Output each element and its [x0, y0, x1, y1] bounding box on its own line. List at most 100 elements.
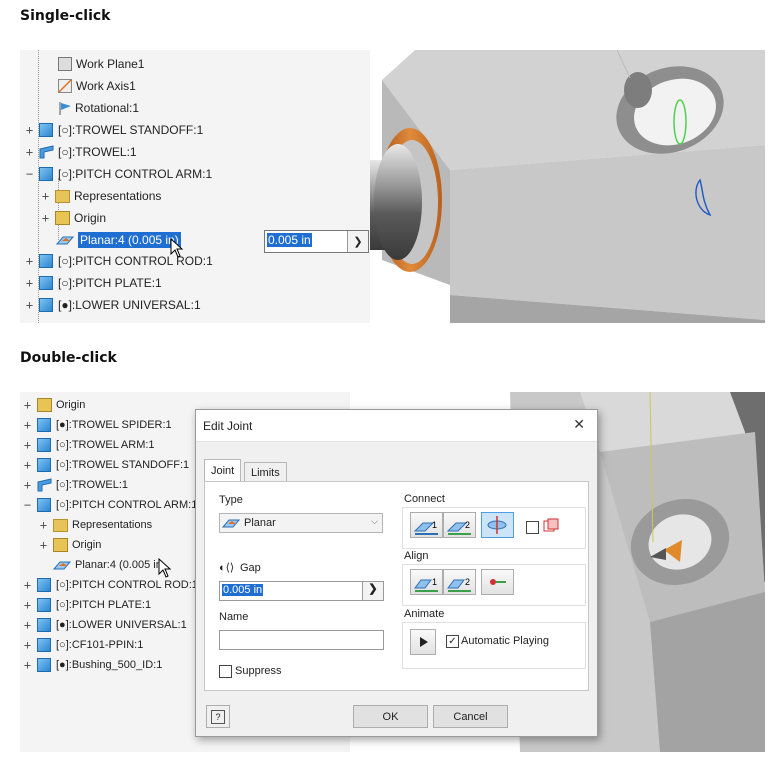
expand-icon[interactable]: + [24, 124, 35, 136]
align-flip-button[interactable] [481, 569, 514, 595]
tab-limits[interactable]: Limits [244, 462, 287, 482]
dialog-title-bar[interactable]: Edit Joint ✕ [196, 410, 597, 442]
joint-type-select[interactable]: Planar ⌵ [219, 513, 383, 533]
tree-item-representations[interactable]: + Representations [38, 515, 152, 535]
svg-text:1: 1 [432, 520, 437, 530]
joint-type-value: Planar [244, 517, 276, 529]
lock-checkbox[interactable] [526, 521, 539, 534]
edit-joint-dialog[interactable]: Edit Joint ✕ Joint Limits Type Planar ⌵ … [195, 409, 598, 737]
tab-joint[interactable]: Joint [204, 459, 242, 482]
tree-item-pitch-plate[interactable]: + [○]:PITCH PLATE:1 [22, 595, 151, 615]
collapse-icon[interactable]: − [24, 168, 35, 180]
tree-item-label: [○]:CF101-PPIN:1 [56, 639, 144, 651]
tree-item-label: [○]:TROWEL STANDOFF:1 [56, 459, 190, 471]
flip-button[interactable] [481, 512, 514, 538]
tree-item-pitch-control-rod[interactable]: + [○]:PITCH CONTROL ROD:1 [24, 251, 213, 271]
tree-item-trowel-spider[interactable]: + [●]:TROWEL SPIDER:1 [22, 415, 172, 435]
expand-icon[interactable]: + [22, 439, 33, 451]
suppress-checkbox[interactable] [219, 665, 232, 678]
3d-model-top [370, 50, 765, 323]
tree-item-lower-universal[interactable]: + [●]:LOWER UNIVERSAL:1 [22, 615, 187, 635]
tree-item-trowel-arm[interactable]: + [○]:TROWEL ARM:1 [22, 435, 155, 455]
align-1-button[interactable]: 1 [410, 569, 443, 595]
name-input[interactable] [219, 630, 384, 650]
expand-icon[interactable]: + [38, 539, 49, 551]
tree-item-work-axis[interactable]: Work Axis1 [58, 76, 136, 96]
align-2-button[interactable]: 2 [443, 569, 476, 595]
tree-item-trowel-standoff[interactable]: + [○]:TROWEL STANDOFF:1 [22, 455, 189, 475]
help-button[interactable]: ? [206, 705, 230, 728]
expand-icon[interactable]: + [38, 519, 49, 531]
chevron-right-icon[interactable]: ❯ [347, 231, 368, 252]
folder-icon [55, 189, 70, 203]
tree-item-representations[interactable]: + Representations [40, 186, 162, 206]
gap-edit-input[interactable]: 0.005 in [265, 231, 347, 252]
automatic-playing-checkbox[interactable]: ✓ [446, 635, 459, 648]
tree-item-label: [○]:PITCH PLATE:1 [56, 599, 152, 611]
align-2-icon: 2 [447, 577, 471, 592]
expand-icon[interactable]: + [22, 659, 33, 671]
mouse-cursor-icon [158, 558, 172, 578]
tree-item-work-plane[interactable]: Work Plane1 [58, 54, 144, 74]
collapse-icon[interactable]: − [22, 499, 33, 511]
part-icon [37, 418, 51, 432]
expand-icon[interactable]: + [22, 399, 33, 411]
expand-icon[interactable]: + [24, 255, 35, 267]
expand-icon[interactable]: + [24, 299, 35, 311]
svg-text:1: 1 [432, 577, 437, 587]
planar-joint-icon [55, 234, 75, 246]
tree-item-label: [○]:TROWEL ARM:1 [56, 439, 155, 451]
expand-icon[interactable]: + [22, 479, 33, 491]
expand-icon[interactable]: + [24, 277, 35, 289]
expand-icon[interactable]: + [22, 579, 33, 591]
origin-icon [37, 398, 52, 412]
planar-joint-icon [221, 517, 241, 529]
tree-item-planar-joint[interactable]: Planar:4 (0.005 in [52, 555, 162, 575]
gap-edit-box[interactable]: 0.005 in ❯ [264, 230, 369, 253]
tree-item-trowel-standoff[interactable]: + [○]:TROWEL STANDOFF:1 [24, 120, 203, 140]
align-label: Align [404, 550, 429, 562]
expand-icon[interactable]: + [40, 190, 51, 202]
tree-item-pitch-control-arm[interactable]: − [○]:PITCH CONTROL ARM:1 [22, 495, 197, 515]
tree-item-planar-joint[interactable]: Planar:4 (0.005 in) [55, 230, 181, 250]
part-icon [39, 298, 53, 312]
gap-input[interactable]: 0.005 in [219, 581, 363, 601]
expand-icon[interactable]: + [22, 619, 33, 631]
tree-item-origin-top[interactable]: + Origin [22, 395, 85, 415]
tree-item-bushing[interactable]: + [●]:Bushing_500_ID:1 [22, 655, 162, 675]
tree-item-trowel[interactable]: + [○]:TROWEL:1 [24, 142, 137, 162]
connect-2-button[interactable]: 2 [443, 512, 476, 538]
ok-button[interactable]: OK [353, 705, 428, 728]
expand-icon[interactable]: + [40, 212, 51, 224]
connect-1-button[interactable]: 1 [410, 512, 443, 538]
close-icon[interactable]: ✕ [573, 416, 585, 433]
tree-item-rotational[interactable]: Rotational:1 [58, 98, 139, 118]
tree-item-cf101-ppin[interactable]: + [○]:CF101-PPIN:1 [22, 635, 143, 655]
tree-item-lower-universal[interactable]: + [●]:LOWER UNIVERSAL:1 [24, 295, 201, 315]
tree-item-label: [○]:TROWEL STANDOFF:1 [58, 123, 204, 137]
expand-icon[interactable]: + [22, 599, 33, 611]
model-browser-top[interactable]: Work Plane1 Work Axis1 Rotational:1 + [○… [20, 50, 370, 323]
tree-item-label: Planar:4 (0.005 in [75, 559, 162, 571]
tree-item-label: [○]:PITCH PLATE:1 [58, 276, 162, 290]
expand-icon[interactable]: + [22, 459, 33, 471]
expand-icon[interactable]: + [22, 419, 33, 431]
tree-item-origin[interactable]: + Origin [40, 208, 106, 228]
tree-item-pitch-control-rod[interactable]: + [○]:PITCH CONTROL ROD:1 [22, 575, 198, 595]
mouse-cursor-icon [170, 238, 184, 258]
flip-icon [487, 516, 507, 534]
tree-item-origin[interactable]: + Origin [38, 535, 101, 555]
dialog-title: Edit Joint [203, 419, 253, 433]
tree-item-trowel[interactable]: + [○]:TROWEL:1 [22, 475, 128, 495]
expand-icon[interactable]: + [22, 639, 33, 651]
planar-joint-icon [52, 559, 72, 571]
play-button[interactable] [410, 629, 436, 655]
tree-item-pitch-plate[interactable]: + [○]:PITCH PLATE:1 [24, 273, 162, 293]
chevron-right-icon[interactable]: ❯ [362, 581, 384, 601]
expand-icon[interactable]: + [24, 146, 35, 158]
cancel-button[interactable]: Cancel [433, 705, 508, 728]
tree-item-label: [○]:PITCH CONTROL ARM:1 [56, 499, 198, 511]
viewport-top[interactable] [370, 50, 765, 323]
tree-item-pitch-control-arm[interactable]: − [○]:PITCH CONTROL ARM:1 [24, 164, 212, 184]
part-icon [37, 458, 51, 472]
